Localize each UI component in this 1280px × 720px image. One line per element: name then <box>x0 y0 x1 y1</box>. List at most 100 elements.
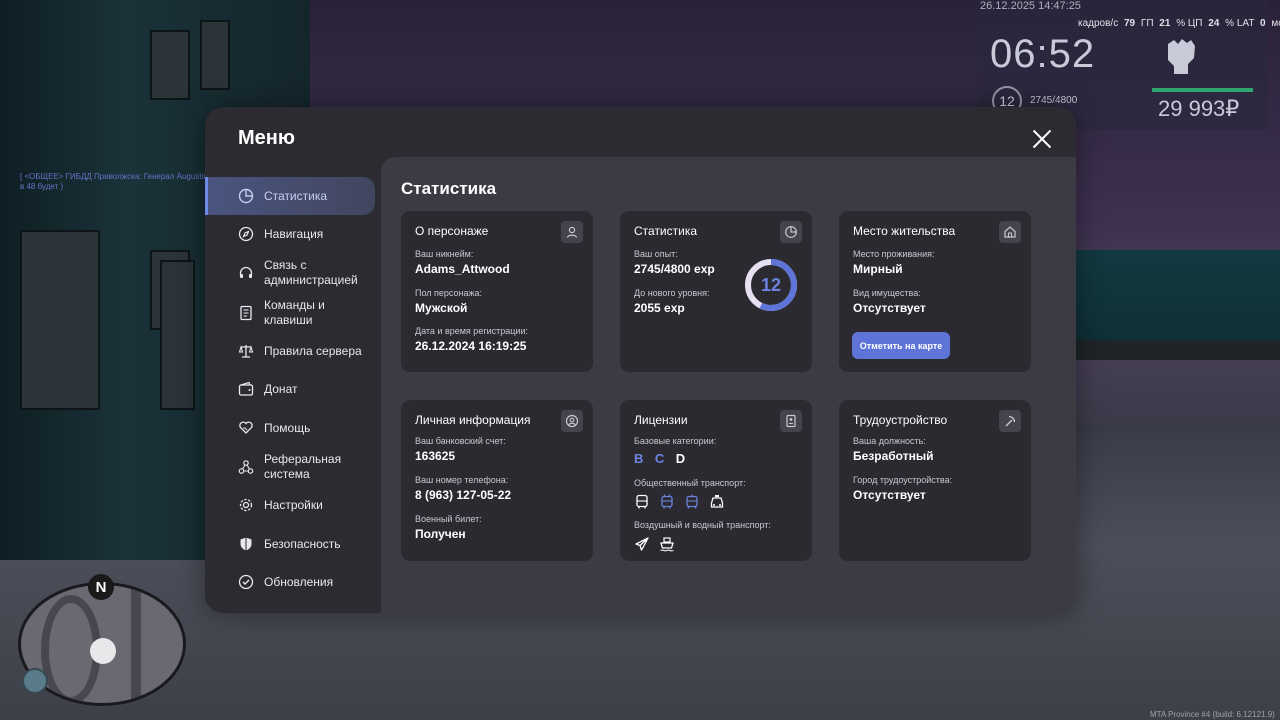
hud-health-bar <box>1152 88 1253 92</box>
trolleybus-icon <box>661 494 673 509</box>
lat-unit: мс <box>1271 18 1280 29</box>
field-value: Безработный <box>853 449 934 463</box>
card-title: Личная информация <box>415 413 531 427</box>
content-area: Статистика О персонаже Ваш никнейм: Adam… <box>381 157 1076 613</box>
card-title: Место жительства <box>853 224 956 238</box>
sidebar-item-label: Донат <box>264 381 298 396</box>
card-residence: Место жительства Место проживания: Мирны… <box>839 211 1031 372</box>
player-marker-icon <box>90 638 116 664</box>
field-property: Вид имущества: Отсутствует <box>853 288 926 315</box>
sidebar-item-security[interactable]: Безопасность <box>205 525 375 563</box>
content-title: Статистика <box>401 179 497 198</box>
field-label: Военный билет: <box>415 514 482 524</box>
north-indicator: N <box>88 574 114 600</box>
id-card-icon <box>780 410 802 432</box>
field-label: Ваш опыт: <box>634 249 678 259</box>
field-registration: Дата и время регистрации: 26.12.2024 16:… <box>415 326 528 353</box>
hud-clock: 06:52 <box>990 32 1096 76</box>
card-title: Статистика <box>634 224 698 238</box>
tram-icon <box>686 494 698 509</box>
sidebar-item-admin-contact[interactable]: Связь с администрацией <box>205 253 375 293</box>
card-title: Трудоустройство <box>853 413 948 427</box>
house-icon <box>999 221 1021 243</box>
field-label: До нового уровня: <box>634 288 710 298</box>
hud-datetime: 26.12.2025 14:47:25 <box>980 0 1081 12</box>
scales-icon <box>238 345 254 358</box>
sidebar-item-navigation[interactable]: Навигация <box>205 215 375 253</box>
sidebar-item-settings[interactable]: Настройки <box>205 486 375 524</box>
field-label: Место проживания: <box>853 249 935 259</box>
pie-chart-icon <box>238 188 254 204</box>
field-air-water-transport: Воздушный и водный транспорт: <box>634 520 771 552</box>
field-label: Пол персонажа: <box>415 288 483 298</box>
check-circle-icon <box>238 574 254 590</box>
field-label: Ваша должность: <box>853 436 926 446</box>
field-value: Мирный <box>853 262 903 276</box>
sidebar-item-label: Помощь <box>264 420 311 435</box>
sidebar-item-label: Обновления <box>264 574 334 589</box>
airplane-icon <box>635 537 649 551</box>
field-value: 2745/4800 exp <box>634 262 715 276</box>
network-icon <box>238 460 254 474</box>
card-title: О персонаже <box>415 224 489 238</box>
field-label: Вид имущества: <box>853 288 921 298</box>
field-label: Базовые категории: <box>634 436 717 446</box>
menu-title: Меню <box>238 127 295 149</box>
mark-on-map-button[interactable]: Отметить на карте <box>852 332 950 359</box>
fps-label: кадров/с <box>1078 18 1119 29</box>
cpu-value: 24 <box>1208 18 1220 29</box>
sidebar-item-donate[interactable]: Донат <box>205 370 375 408</box>
bus-icon <box>636 494 648 509</box>
field-bank-account: Ваш банковский счет: 163625 <box>415 436 506 463</box>
pie-chart-icon <box>780 221 802 243</box>
hud-performance: кадров/с 79 ГП 21 % ЦП 24 % LAT 0 мс <box>1078 18 1280 29</box>
field-label: Город трудоустройства: <box>853 475 953 485</box>
field-phone: Ваш номер телефона: 8 (963) 127-05-22 <box>415 475 511 502</box>
field-public-transport: Общественный транспорт: <box>634 478 746 510</box>
shield-icon <box>240 537 252 551</box>
field-base-categories: Базовые категории: B C D <box>634 436 716 468</box>
lat-label: % LAT <box>1225 18 1255 29</box>
menu-window: Меню Статистика Навигация Связь с админи… <box>205 107 1076 613</box>
card-title: Лицензии <box>634 413 688 427</box>
license-category-c: C <box>654 451 665 466</box>
build-info: MTA Province #4 (build: 6.12121.9) <box>1150 710 1275 719</box>
sidebar-item-label: Команды и клавиши <box>264 298 325 327</box>
fist-icon <box>1168 39 1195 74</box>
bus-marker-icon <box>22 668 48 694</box>
field-label: Ваш банковский счет: <box>415 436 506 446</box>
sidebar-item-label: Безопасность <box>264 536 341 551</box>
field-value: Мужской <box>415 301 468 315</box>
sidebar-item-commands[interactable]: Команды и клавиши <box>205 293 375 333</box>
field-value: Отсутствует <box>853 301 926 315</box>
field-value: 163625 <box>415 449 456 463</box>
license-category-d: D <box>675 451 686 466</box>
field-nickname: Ваш никнейм: Adams_Attwood <box>415 249 510 276</box>
sidebar-item-label: Статистика <box>264 188 328 203</box>
hud-exp: 2745/4800 <box>1030 95 1078 106</box>
sidebar-item-statistics[interactable]: Статистика <box>205 177 375 215</box>
gpu-label: ГП <box>1140 18 1154 29</box>
sidebar-item-referral[interactable]: Реферальная система <box>205 447 375 487</box>
card-character: О персонаже Ваш никнейм: Adams_Attwood П… <box>401 211 593 372</box>
sidebar-item-help[interactable]: Помощь <box>205 409 375 447</box>
sidebar-item-rules[interactable]: Правила сервера <box>205 332 375 370</box>
fps-value: 79 <box>1124 18 1136 29</box>
compass-icon <box>238 226 254 242</box>
field-value: Отсутствует <box>853 488 926 502</box>
field-job-city: Город трудоустройства: Отсутствует <box>853 475 952 502</box>
field-next-level: До нового уровня: 2055 exp <box>634 288 710 315</box>
card-statistics: Статистика Ваш опыт: 2745/4800 exp До но… <box>620 211 812 372</box>
pickaxe-icon <box>999 410 1021 432</box>
sidebar-item-label: Настройки <box>264 497 323 512</box>
field-value: 8 (963) 127-05-22 <box>415 488 512 502</box>
field-label: Дата и время регистрации: <box>415 326 528 336</box>
user-icon <box>561 221 583 243</box>
gear-icon <box>239 498 253 512</box>
sidebar-item-updates[interactable]: Обновления <box>205 563 375 601</box>
close-icon[interactable] <box>1031 128 1053 150</box>
field-label: Ваш номер телефона: <box>415 475 509 485</box>
gpu-value: 21 <box>1159 18 1171 29</box>
level-number: 12 <box>760 274 782 295</box>
headset-icon <box>239 266 253 278</box>
